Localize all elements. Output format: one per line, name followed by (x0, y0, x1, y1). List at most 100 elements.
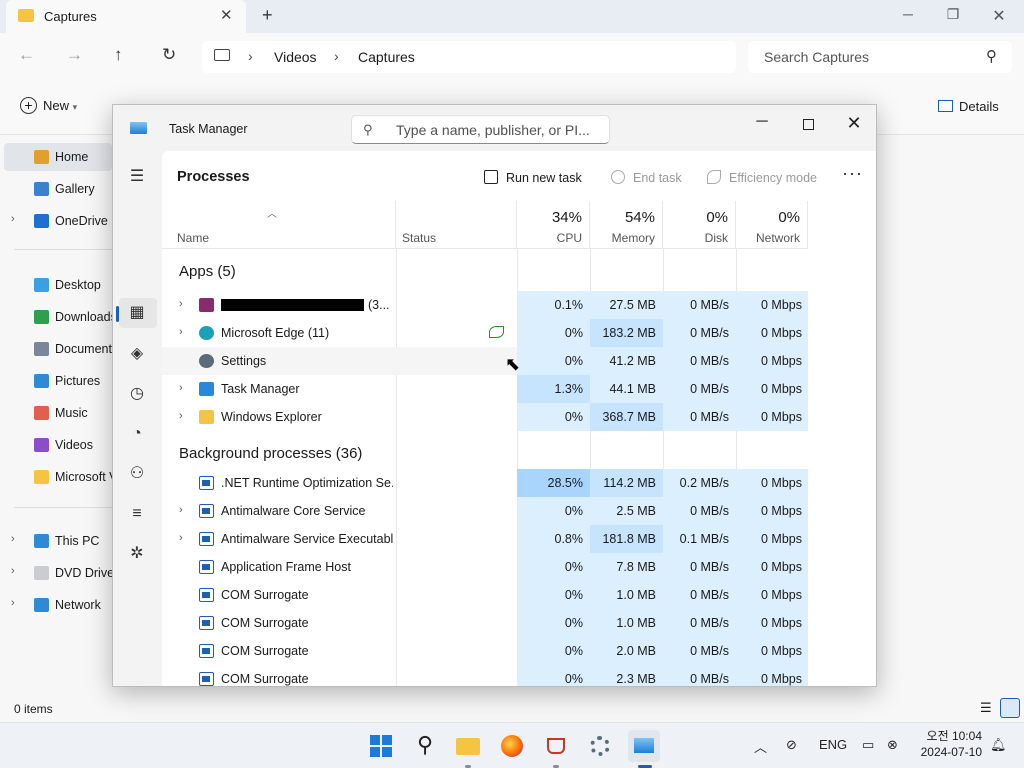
run-new-task-button[interactable]: Run new task (484, 170, 582, 185)
maximize-icon[interactable]: ❐ (938, 6, 968, 23)
process-row[interactable]: › (3... 0.1% 27.5 MB 0 MB/s 0 Mbps (162, 291, 808, 319)
process-row[interactable]: COM Surrogate 0% 2.0 MB 0 MB/s 0 Mbps (162, 637, 808, 665)
process-row[interactable]: › Windows Explorer 0% 368.7 MB 0 MB/s 0 Mbps (162, 403, 808, 431)
process-row[interactable]: Application Frame Host 0% 7.8 MB 0 MB/s 0 Mb… (162, 553, 808, 581)
column-status[interactable]: Status (396, 201, 517, 249)
maximize-icon[interactable] (793, 113, 823, 137)
minimize-icon[interactable]: ─ (893, 6, 923, 22)
startup-apps-icon[interactable]: ◔ (125, 422, 149, 446)
up-icon[interactable]: ↑ (114, 45, 123, 65)
details-icon[interactable]: ≡ (125, 502, 149, 526)
process-search-box[interactable]: ⚲ (351, 115, 610, 144)
chevron-right-icon[interactable]: › (11, 533, 15, 545)
nav-item-label: Documents (55, 342, 112, 356)
new-tab-icon[interactable]: + (262, 5, 273, 26)
language-indicator[interactable]: ENG (819, 737, 847, 752)
process-row[interactable]: › Task Manager 1.3% 44.1 MB 0 MB/s 0 Mbps (162, 375, 808, 403)
volume-muted-icon[interactable]: ⊗ (887, 737, 898, 753)
explorer-search-box[interactable]: Search Captures ⚲ (748, 41, 1012, 73)
chevron-up-icon[interactable]: ︿ (754, 737, 767, 756)
nav-item-gallery[interactable]: Gallery (0, 175, 112, 203)
process-row[interactable]: › Antimalware Core Service 0% 2.5 MB 0 MB/s 0… (162, 497, 808, 525)
column-memory[interactable]: 54% Memory (590, 201, 663, 249)
process-search-input[interactable] (396, 120, 602, 140)
new-button[interactable]: + New ▾ (20, 97, 77, 114)
close-tab-icon[interactable]: ✕ (220, 6, 233, 24)
chevron-right-icon[interactable]: › (11, 565, 15, 577)
process-row[interactable]: COM Surrogate 0% 2.3 MB 0 MB/s 0 Mbps (162, 665, 808, 686)
refresh-icon[interactable]: ↻ (162, 45, 176, 65)
explorer-search-placeholder: Search Captures (764, 49, 870, 65)
chevron-right-icon[interactable]: › (179, 298, 183, 310)
task-manager-icon[interactable] (628, 730, 660, 762)
nav-item-pictures[interactable]: Pictures (0, 367, 112, 395)
display-icon[interactable]: ▭ (862, 737, 874, 753)
services-icon[interactable]: ✲ (125, 542, 149, 566)
app-history-icon[interactable]: ◷ (125, 382, 149, 406)
processes-icon[interactable]: ▦ (125, 301, 149, 325)
process-row[interactable]: .NET Runtime Optimization Se... 28.5% 114.… (162, 469, 808, 497)
more-options-icon[interactable]: ··· (842, 163, 863, 184)
end-task-button[interactable]: End task (611, 170, 682, 185)
close-window-icon[interactable]: ✕ (984, 6, 1014, 26)
chevron-right-icon[interactable]: › (11, 213, 15, 225)
chevron-right-icon[interactable]: › (179, 382, 183, 394)
process-name: Task Manager (221, 382, 300, 396)
nav-item-downloads[interactable]: Downloads (0, 303, 112, 331)
chevron-right-icon[interactable]: › (11, 597, 15, 609)
performance-icon[interactable]: ◈ (125, 342, 149, 366)
notification-bell-icon[interactable]: 🔔︎ (990, 737, 1007, 753)
efficiency-mode-button[interactable]: Efficiency mode (707, 170, 817, 185)
forward-icon[interactable]: → (66, 45, 83, 65)
details-view-icon[interactable]: ☰ (980, 700, 996, 716)
nav-item-this-pc[interactable]: › This PC (0, 527, 112, 555)
tiles-view-icon[interactable] (1000, 698, 1020, 718)
chevron-right-icon[interactable]: › (179, 326, 183, 338)
nav-item-home[interactable]: Home (4, 143, 112, 171)
breadcrumb[interactable]: › Videos › Captures (202, 41, 736, 73)
settings-icon (199, 354, 214, 368)
nav-item-dvd-drive[interactable]: › DVD Drive (0, 559, 112, 587)
task-manager-titlebar[interactable]: Task Manager ⚲ ─ ✕ (113, 105, 876, 151)
nav-item-music[interactable]: Music (0, 399, 112, 427)
chevron-right-icon[interactable]: › (179, 410, 183, 422)
network-disconnected-icon[interactable]: ⊘ (786, 737, 797, 753)
process-icon (199, 588, 214, 602)
processes-header: Processes Run new task End task Efficien… (162, 151, 876, 201)
nav-item-label: Home (55, 150, 89, 164)
column-name[interactable]: ︿ Name (162, 201, 396, 249)
nav-item-microsoft-v[interactable]: Microsoft V (0, 463, 112, 491)
minimize-icon[interactable]: ─ (747, 113, 777, 137)
users-icon[interactable]: ⚇ (125, 462, 149, 486)
nav-item-onedrive[interactable]: › OneDrive (0, 207, 112, 235)
process-row[interactable]: COM Surrogate 0% 1.0 MB 0 MB/s 0 Mbps (162, 609, 808, 637)
column-disk[interactable]: 0% Disk (663, 201, 736, 249)
breadcrumb-captures[interactable]: Captures (358, 49, 415, 65)
process-row[interactable]: › Microsoft Edge (11) 0% 183.2 MB 0 MB/s 0 Mb… (162, 319, 808, 347)
details-button[interactable]: Details (938, 99, 999, 114)
column-network[interactable]: 0% Network (736, 201, 808, 249)
file-explorer-icon[interactable] (452, 730, 484, 762)
nav-item-documents[interactable]: Documents (0, 335, 112, 363)
nav-item-network[interactable]: › Network (0, 591, 112, 619)
column-cpu[interactable]: 34% CPU (517, 201, 590, 249)
chevron-right-icon[interactable]: › (179, 504, 183, 516)
firefox-icon[interactable] (496, 730, 528, 762)
clock[interactable]: 오전 10:04 2024-07-10 (916, 728, 982, 760)
cpu-cell: 0% (517, 403, 590, 431)
nav-item-videos[interactable]: Videos (0, 431, 112, 459)
process-row[interactable]: COM Surrogate 0% 1.0 MB 0 MB/s 0 Mbps (162, 581, 808, 609)
settings-icon[interactable] (584, 730, 616, 762)
chevron-right-icon[interactable]: › (179, 532, 183, 544)
nav-item-desktop[interactable]: Desktop (0, 271, 112, 299)
process-row[interactable]: Settings 0% 41.2 MB 0 MB/s 0 Mbps (162, 347, 808, 375)
close-icon[interactable]: ✕ (839, 113, 869, 137)
back-icon[interactable]: ← (18, 45, 35, 65)
explorer-tab[interactable]: Captures ✕ (6, 0, 246, 33)
process-row[interactable]: › Antimalware Service Executable 0.8% 181.8… (162, 525, 808, 553)
hamburger-icon[interactable]: ☰ (125, 165, 149, 189)
start-icon[interactable] (365, 730, 397, 762)
breadcrumb-videos[interactable]: Videos (274, 49, 317, 65)
search-icon[interactable]: ⚲ (409, 730, 441, 762)
java-icon[interactable] (540, 730, 572, 762)
